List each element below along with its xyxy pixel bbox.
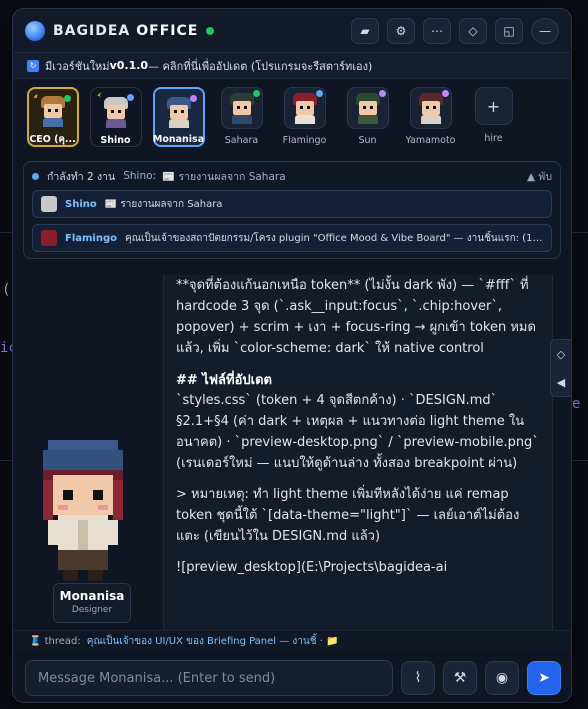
member-sprite xyxy=(227,92,257,124)
agent-portrait: Monanisa Designer xyxy=(25,435,135,630)
member-name: Monanisa xyxy=(152,134,205,145)
settings-button[interactable]: ⚙ xyxy=(387,17,415,44)
member-sprite xyxy=(353,92,383,124)
presence-dot xyxy=(189,95,197,102)
thread-link[interactable]: คุณเป็นเจ้าของ UI/UX ของ Briefing Panel … xyxy=(87,634,339,649)
member-sprite xyxy=(290,92,320,124)
member-avatar: ★ xyxy=(96,92,136,132)
team-member[interactable]: Monanisa xyxy=(151,87,206,147)
more-button[interactable]: ⋯ xyxy=(423,17,451,44)
member-name: CEO (คุ... xyxy=(29,133,76,145)
team-member[interactable]: Sun xyxy=(340,87,395,146)
presence-dot xyxy=(63,95,71,102)
presence-dot xyxy=(378,90,386,97)
composer: ⌇ ⚒ ◉ ➤ xyxy=(13,652,571,702)
thread-bar: 🧵 thread: คุณเป็นเจ้าของ UI/UX ของ Brief… xyxy=(13,630,571,652)
update-icon: ↻ xyxy=(27,59,39,72)
shield-button[interactable]: ◇ xyxy=(459,17,487,44)
tasks-header: กำลังทำ 2 งาน Shino: 📰 รายงานผลจาก Sahar… xyxy=(32,168,552,184)
team-member[interactable]: ♛ CEO (คุ... xyxy=(25,87,80,147)
app-logo-icon xyxy=(25,20,45,41)
chat-heading: ## ไฟล์ที่อัปเดต xyxy=(176,373,272,388)
send-button[interactable]: ➤ xyxy=(527,661,561,695)
member-name: Flamingo xyxy=(282,135,327,146)
more-icon: ⋯ xyxy=(431,23,443,38)
member-sprite xyxy=(164,96,194,129)
presence-dot xyxy=(252,90,260,97)
presence-dot xyxy=(441,90,449,97)
thread-button[interactable]: ◉ xyxy=(485,661,519,695)
member-sprite xyxy=(38,95,68,127)
shino-avatar xyxy=(41,196,57,212)
task-item[interactable]: Flamingo คุณเป็นเจ้าของสถาปัตยกรรม/โครง … xyxy=(32,224,552,252)
chat-paragraph: > หมายเหตุ: ทำ light theme เพิ่มทีหลังได… xyxy=(176,487,520,544)
gear-icon: ⚙ xyxy=(395,23,407,38)
tool-button[interactable]: ⚒ xyxy=(443,661,477,695)
member-sprite xyxy=(416,92,446,124)
member-avatar xyxy=(409,87,452,129)
team-member[interactable]: Flamingo xyxy=(277,87,332,146)
bg-fragment: e xyxy=(572,396,581,412)
presence-dot xyxy=(126,94,134,101)
member-avatar: ♛ xyxy=(33,93,73,129)
member-avatar xyxy=(220,87,263,129)
member-avatar xyxy=(159,93,199,131)
arrow-left-icon: ◀ xyxy=(556,375,566,389)
desktop: ( ic e BAGIDEA OFFICE ▰ ⚙ ⋯ ◇ ◱ — ↻ มีเวอ… xyxy=(0,0,588,709)
plus-icon: + xyxy=(474,87,513,125)
active-tasks-panel: กำลังทำ 2 งาน Shino: 📰 รายงานผลจาก Sahar… xyxy=(23,161,561,259)
chat-log[interactable]: **จุดที่ต้องแก้นอกเหนือ token** (ไม่งั้น… xyxy=(163,275,553,630)
conversation-area: **จุดที่ต้องแก้นอกเหนือ token** (ไม่งั้น… xyxy=(13,275,571,630)
window-icon: ◱ xyxy=(503,23,515,38)
member-name: Shino xyxy=(100,135,131,146)
office-window: BAGIDEA OFFICE ▰ ⚙ ⋯ ◇ ◱ — ↻ มีเวอร์ชันให… xyxy=(12,8,572,703)
window-mode-button[interactable]: ◱ xyxy=(495,17,523,44)
member-avatar xyxy=(346,87,389,129)
chat-paragraph: `styles.css` (token + 4 จุดสีตกค้าง) · `… xyxy=(176,393,539,471)
paperclip-icon: ⌇ xyxy=(414,670,422,686)
hammer-icon: ⚒ xyxy=(453,670,467,686)
team-member[interactable]: Sahara xyxy=(214,87,269,146)
member-avatar xyxy=(283,87,326,129)
member-sprite xyxy=(101,96,131,128)
shield-icon: ◇ xyxy=(468,23,478,38)
online-status-dot xyxy=(206,26,215,35)
member-name: Sun xyxy=(358,135,377,146)
task-item[interactable]: Shino 📰 รายงานผลจาก Sahara xyxy=(32,190,552,218)
title-bar: BAGIDEA OFFICE ▰ ⚙ ⋯ ◇ ◱ — xyxy=(13,9,571,53)
member-name: Sahara xyxy=(224,135,259,146)
folder-icon: ▰ xyxy=(360,23,370,38)
side-panel-toggle[interactable]: ◇ ◀ xyxy=(550,339,571,397)
chat-paragraph: **จุดที่ต้องแก้นอกเหนือ token** (ไม่งั้น… xyxy=(176,278,536,356)
team-member[interactable]: Yamamoto xyxy=(403,87,458,146)
activity-dot xyxy=(32,172,39,180)
minimize-button[interactable]: — xyxy=(531,17,559,44)
team-member[interactable]: ★ Shino xyxy=(88,87,143,147)
chat-paragraph: ![preview_desktop](E:\Projects\bagidea-a… xyxy=(176,560,448,575)
collapse-button[interactable]: ▲ พับ xyxy=(527,168,552,185)
flamingo-avatar xyxy=(41,230,57,246)
attach-button[interactable]: ⌇ xyxy=(401,661,435,695)
presence-dot xyxy=(315,90,323,97)
shield-icon: ◇ xyxy=(556,347,566,361)
thread-spool-icon: ◉ xyxy=(495,670,509,686)
folder-button[interactable]: ▰ xyxy=(351,17,379,44)
member-name: Yamamoto xyxy=(405,135,456,146)
agent-sprite xyxy=(43,440,123,580)
bg-fragment: ( xyxy=(2,282,11,298)
agent-name-card: Monanisa Designer xyxy=(53,583,131,623)
hire-button[interactable]: + hire xyxy=(466,87,521,144)
update-banner[interactable]: ↻ มีเวอร์ชันใหม่ v0.1.0 — คลิกที่นี่เพื่… xyxy=(13,53,571,79)
message-input[interactable] xyxy=(25,660,393,696)
minimize-icon: — xyxy=(539,23,551,38)
send-icon: ➤ xyxy=(538,670,550,686)
team-row: ♛ CEO (คุ... ★ Shino xyxy=(13,79,571,161)
app-title: BAGIDEA OFFICE xyxy=(53,22,199,39)
